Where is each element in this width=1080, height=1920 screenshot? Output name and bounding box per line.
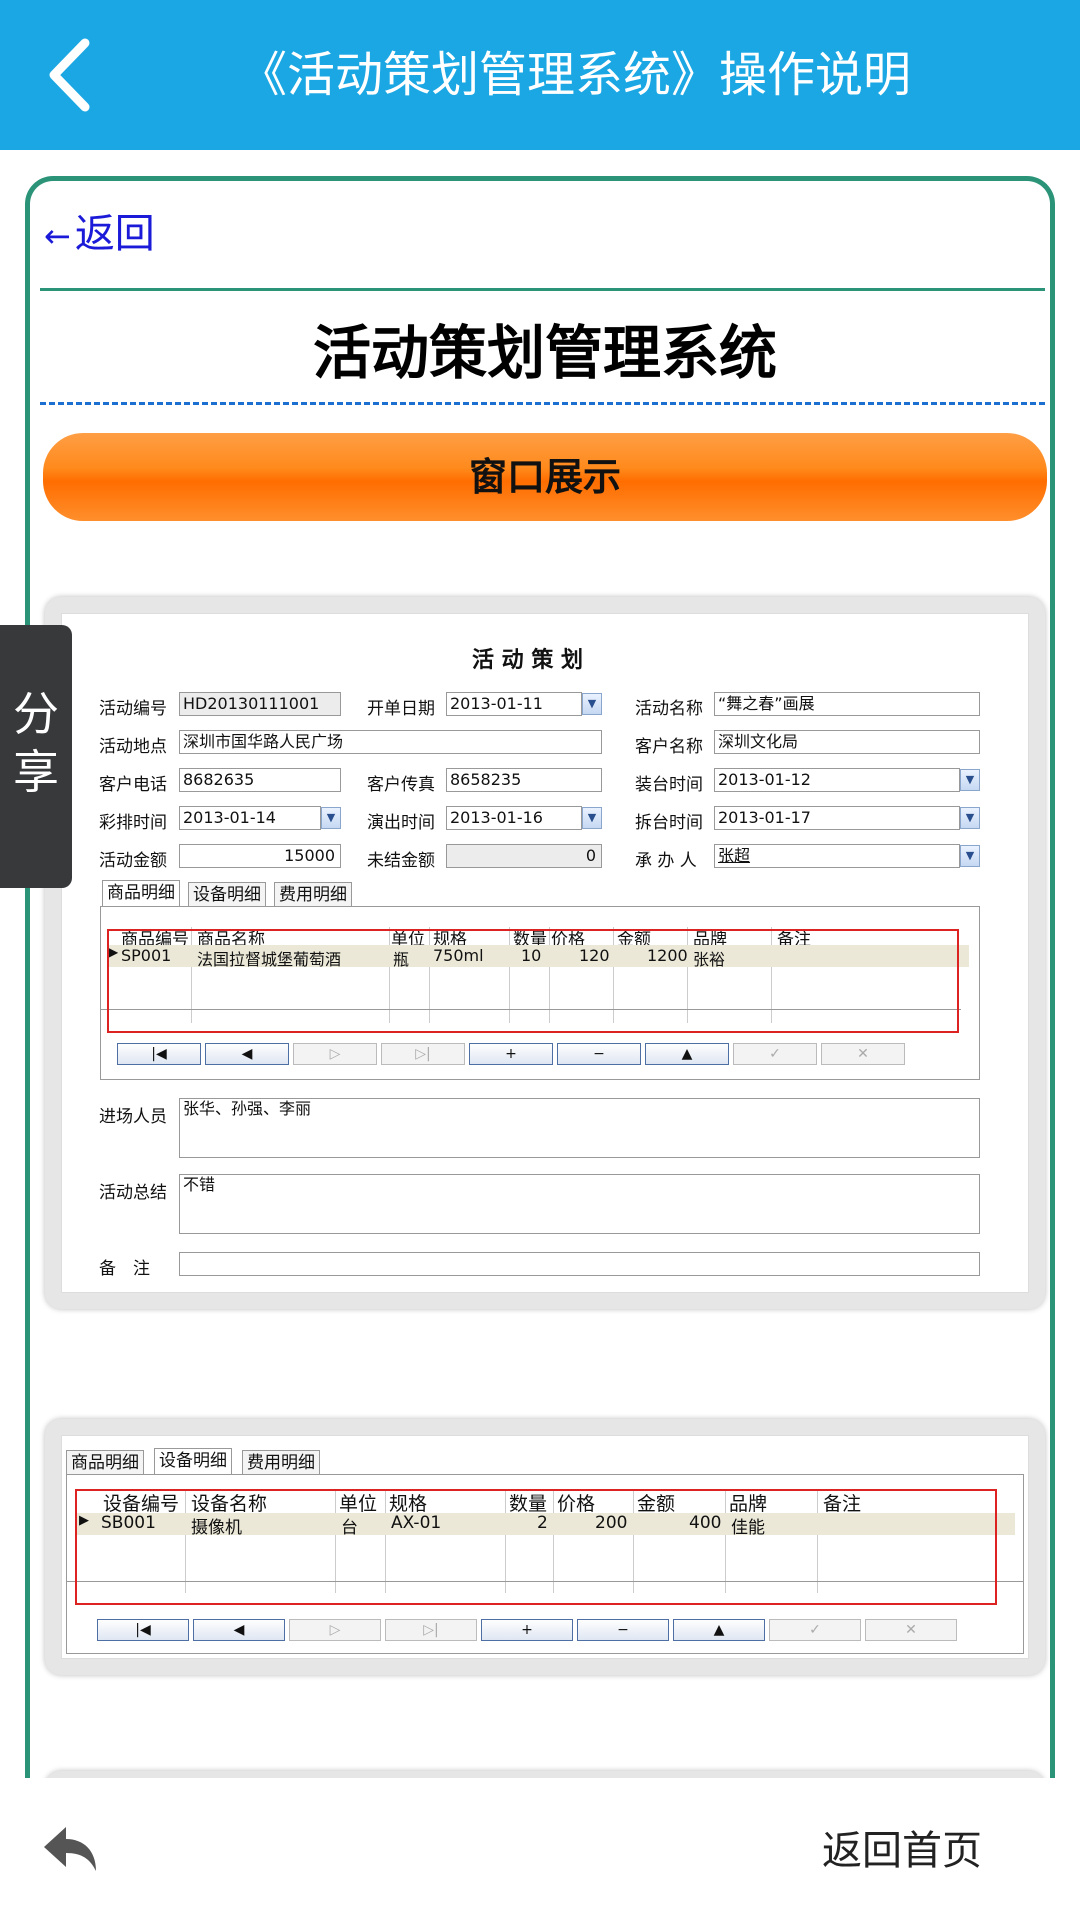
label-setup-time: 装台时间 (635, 775, 703, 795)
page-title: 《活动策划管理系统》操作说明 (238, 47, 911, 103)
label-teardown-time: 拆台时间 (635, 813, 703, 833)
label-unsettled: 未结金额 (367, 851, 435, 871)
confirm-button[interactable]: ✓ (733, 1043, 817, 1065)
label-customer-fax: 客户传真 (367, 775, 435, 795)
chevron-down-icon[interactable]: ▼ (582, 807, 602, 829)
share-label-2: 享 (13, 745, 59, 799)
field-activity-place[interactable]: 深圳市国华路人民广场 (179, 730, 602, 754)
dashed-divider (40, 402, 1045, 405)
highlight-box (75, 1489, 997, 1605)
article-heading: 活动策划管理系统 (312, 319, 777, 387)
edit-button[interactable]: ▲ (645, 1043, 729, 1065)
field-activity-name[interactable]: “舞之春”画展 (714, 692, 980, 716)
chevron-down-icon[interactable]: ▼ (960, 769, 980, 791)
tab-goods[interactable]: 商品明细 (66, 1450, 144, 1476)
left-arrow-icon: ← (44, 217, 71, 255)
tab-equipment[interactable]: 设备明细 (154, 1448, 232, 1474)
label-summary: 活动总结 (99, 1183, 167, 1203)
cancel-button[interactable]: ✕ (821, 1043, 905, 1065)
label-customer-name: 客户名称 (635, 737, 703, 757)
label-activity-no: 活动编号 (99, 699, 167, 719)
confirm-button[interactable]: ✓ (769, 1619, 861, 1641)
edit-button[interactable]: ▲ (673, 1619, 765, 1641)
tab-goods[interactable]: 商品明细 (102, 880, 180, 906)
bottom-bar: 返回首页 (0, 1778, 1080, 1920)
nav-prev-button[interactable]: ◀ (205, 1043, 289, 1065)
label-activity-name: 活动名称 (635, 699, 703, 719)
label-remark: 备 注 (99, 1259, 150, 1279)
field-customer-phone[interactable]: 8682635 (179, 768, 341, 792)
field-summary[interactable]: 不错 (179, 1174, 980, 1234)
delete-button[interactable]: − (577, 1619, 669, 1641)
add-button[interactable]: + (481, 1619, 573, 1641)
nav-last-button[interactable]: ▷| (381, 1043, 465, 1065)
field-customer-fax[interactable]: 8658235 (446, 768, 602, 792)
content-card: ← 返回 活动策划管理系统 窗口展示 活 动 策 划 活动编号 HD2013011… (25, 176, 1055, 1796)
field-remark[interactable] (179, 1252, 980, 1276)
field-customer-name[interactable]: 深圳文化局 (714, 730, 980, 754)
nav-next-button[interactable]: ▷ (293, 1043, 377, 1065)
nav-next-button[interactable]: ▷ (289, 1619, 381, 1641)
add-button[interactable]: + (469, 1043, 553, 1065)
share-label-1: 分 (13, 687, 59, 741)
home-button[interactable]: 返回首页 (822, 1818, 982, 1876)
top-bar: 《活动策划管理系统》操作说明 (0, 0, 1080, 150)
field-staff[interactable]: 张华、孙强、李丽 (179, 1098, 980, 1158)
label-rehearsal-time: 彩排时间 (99, 813, 167, 833)
back-link[interactable]: ← 返回 (44, 201, 155, 259)
screenshot-equipment: 商品明细 设备明细 费用明细 设备编号 设备名称 单位 规格 数量 价格 金额 … (45, 1419, 1045, 1675)
field-show-time[interactable]: 2013-01-16 (446, 806, 582, 830)
label-activity-place: 活动地点 (99, 737, 167, 757)
reply-arrow-icon[interactable] (40, 1823, 100, 1875)
field-teardown-time[interactable]: 2013-01-17 (714, 806, 960, 830)
goods-table: 商品编号 商品名称 单位 规格 数量 价格 金额 品牌 备注 ▶ SP001 法… (100, 906, 980, 1080)
back-link-label: 返回 (74, 211, 155, 257)
nav-last-button[interactable]: ▷| (385, 1619, 477, 1641)
label-show-time: 演出时间 (367, 813, 435, 833)
label-handler: 承 办 人 (635, 851, 697, 871)
field-unsettled: 0 (446, 844, 602, 868)
highlight-box (107, 929, 959, 1033)
tab-expenses[interactable]: 费用明细 (274, 882, 352, 908)
field-amount[interactable]: 15000 (179, 844, 341, 868)
chevron-down-icon[interactable]: ▼ (582, 693, 602, 715)
label-customer-phone: 客户电话 (99, 775, 167, 795)
divider (40, 288, 1045, 291)
field-rehearsal-time[interactable]: 2013-01-14 (179, 806, 321, 830)
label-open-date: 开单日期 (367, 699, 435, 719)
nav-first-button[interactable]: |◀ (117, 1043, 201, 1065)
tab-expenses[interactable]: 费用明细 (242, 1450, 320, 1476)
chevron-down-icon[interactable]: ▼ (321, 807, 341, 829)
tab-equipment[interactable]: 设备明细 (188, 882, 266, 908)
nav-prev-button[interactable]: ◀ (193, 1619, 285, 1641)
chevron-down-icon[interactable]: ▼ (960, 807, 980, 829)
field-setup-time[interactable]: 2013-01-12 (714, 768, 960, 792)
cancel-button[interactable]: ✕ (865, 1619, 957, 1641)
field-handler[interactable]: 张超 (714, 844, 960, 868)
field-open-date[interactable]: 2013-01-11 (446, 692, 582, 716)
delete-button[interactable]: − (557, 1043, 641, 1065)
section-bar: 窗口展示 (43, 433, 1047, 521)
nav-first-button[interactable]: |◀ (97, 1619, 189, 1641)
label-amount: 活动金额 (99, 851, 167, 871)
screenshot-form: 活 动 策 划 活动编号 HD20130111001 开单日期 2013-01-… (45, 597, 1045, 1309)
chevron-down-icon[interactable]: ▼ (960, 845, 980, 867)
equipment-table: 设备编号 设备名称 单位 规格 数量 价格 金额 品牌 备注 ▶ SB001 摄… (66, 1474, 1024, 1654)
share-button[interactable]: 分 享 (0, 625, 72, 888)
field-activity-no[interactable]: HD20130111001 (179, 692, 341, 716)
label-staff: 进场人员 (99, 1107, 167, 1127)
form-title: 活 动 策 划 (472, 648, 583, 673)
